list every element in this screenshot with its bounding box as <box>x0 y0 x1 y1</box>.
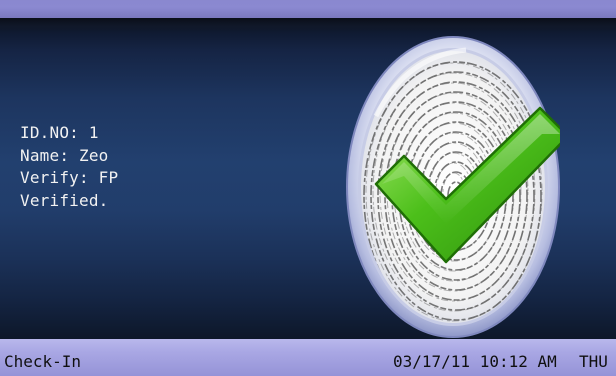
date-time-display: 03/17/11 10:12 AM <box>393 352 557 371</box>
attendance-terminal-screen: ID.NO: 1 Name: Zeo Verify: FP Verified. <box>0 0 616 376</box>
attendance-mode-label: Check-In <box>4 352 82 371</box>
top-bar <box>0 0 616 18</box>
verify-method-text: Verify: FP <box>20 168 119 187</box>
id-number-text: ID.NO: 1 <box>20 123 99 142</box>
weekday-display: THU <box>579 352 608 371</box>
fingerprint-verified-badge <box>346 36 560 338</box>
verification-info: ID.NO: 1 Name: Zeo Verify: FP Verified. <box>20 122 118 212</box>
user-name-text: Name: Zeo <box>20 145 109 165</box>
status-bar: Check-In 03/17/11 10:12 AM THU <box>0 339 616 376</box>
top-shadow <box>0 18 616 32</box>
verification-result-text: Verified. <box>20 190 109 210</box>
